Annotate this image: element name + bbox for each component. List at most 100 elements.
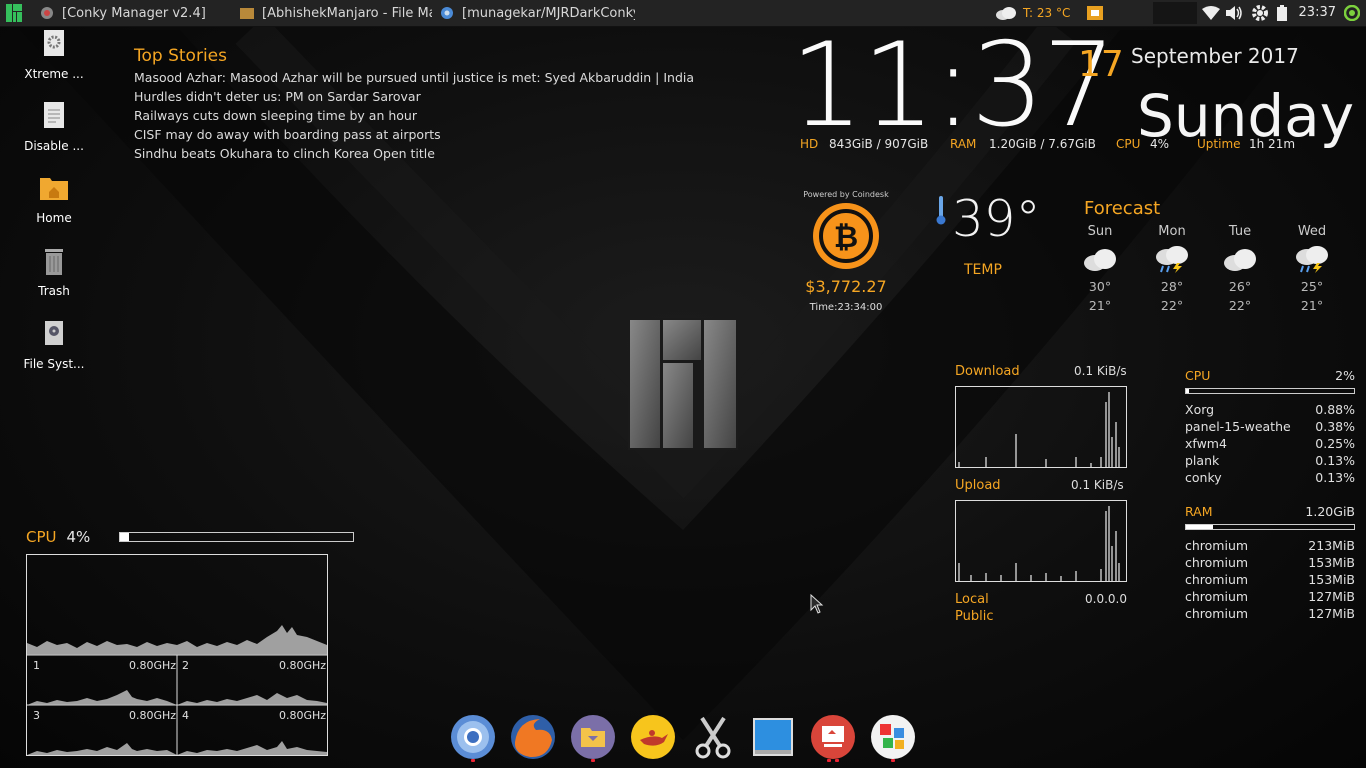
dock-item-chromium[interactable] (450, 714, 496, 762)
ram-value: 1.20GiB / 7.67GiB (989, 137, 1096, 151)
process-name: plank (1185, 453, 1220, 468)
settings-gear-icon[interactable] (1250, 3, 1270, 23)
cpu-widget-label: CPU (26, 528, 57, 546)
desktop-icon-label: File Syst... (23, 357, 85, 371)
cpu-usage-bar (119, 532, 354, 542)
dock-item-file-manager[interactable] (570, 714, 616, 762)
process-name: chromium (1185, 538, 1249, 553)
desktop-icon-disable[interactable]: Disable ... (14, 100, 94, 153)
desktop-icon-trash[interactable]: Trash (14, 245, 94, 298)
ip-value: 0.0.0.0 (1085, 592, 1127, 606)
dock-running-indicator (827, 759, 831, 762)
desktop-icon-label: Trash (38, 284, 70, 298)
cloudy-icon (1224, 249, 1256, 271)
panel-clock[interactable]: 23:37 (1299, 5, 1336, 20)
process-name: chromium (1185, 572, 1249, 587)
thunderstorm-icon (1156, 246, 1188, 273)
process-row: chromium 153MiB (1185, 555, 1355, 572)
desktop-icon-home[interactable]: Home (14, 172, 94, 225)
uptime-label: Uptime (1197, 137, 1241, 151)
process-row: chromium 127MiB (1185, 589, 1355, 606)
svg-text:₿: ₿ (834, 220, 858, 255)
gear-file-icon (44, 30, 64, 56)
proc-ram-bar-fill (1186, 525, 1213, 529)
plank-dock (444, 708, 924, 768)
process-value: 0.13% (1315, 470, 1355, 485)
process-name: Xorg (1185, 402, 1215, 417)
battery-icon[interactable] (1277, 5, 1287, 21)
process-row: xfwm4 0.25% (1185, 436, 1355, 453)
mouse-cursor-icon (810, 594, 824, 614)
process-value: 0.13% (1315, 453, 1355, 468)
story-item: Sindhu beats Okuhara to clinch Korea Ope… (134, 146, 435, 161)
uptime-value: 1h 21m (1249, 137, 1296, 151)
forecast-day-name: Sun (1087, 224, 1113, 239)
process-name: conky (1185, 470, 1222, 485)
process-row: chromium 127MiB (1185, 606, 1355, 623)
forecast-low: 21° (1300, 298, 1324, 313)
manjaro-menu-icon[interactable] (6, 4, 22, 22)
thunderstorm-icon (1296, 246, 1328, 273)
dock-running-indicator (891, 759, 895, 762)
workspace-switcher[interactable] (1153, 2, 1197, 24)
desktop-icon-filesystem[interactable]: File Syst... (14, 318, 94, 371)
trash-icon (45, 249, 63, 275)
forecast-title: Forecast (1084, 198, 1161, 219)
process-panel: CPU 2% Xorg 0.88% panel-15-weathe 0.38% xf… (1185, 368, 1355, 623)
dock-item-firefox[interactable] (510, 714, 556, 760)
dock-item-screenshot[interactable] (690, 714, 736, 760)
chromium-icon (451, 715, 495, 759)
taskbar-item-file-manager[interactable]: [AbhishekManjaro - File Ma... (240, 0, 432, 26)
core-number: 3 (33, 709, 40, 722)
software-center-icon (871, 715, 915, 759)
core-frequency: 0.80GHz (129, 659, 177, 672)
forecast-day-name: Wed (1297, 224, 1327, 239)
bitcoin-widget: Powered by Coindesk ₿ $3,772.27 Time:23:… (800, 190, 892, 313)
presentation-icon (811, 715, 855, 759)
top-stories-widget: Top Stories Masood Azhar: Masood Azhar w… (134, 46, 694, 165)
process-value: 153MiB (1308, 555, 1355, 570)
download-label: Download (955, 364, 1020, 379)
temperature-label: TEMP (964, 262, 1002, 278)
forecast-high: 30° (1088, 279, 1112, 294)
forecast-high: 28° (1160, 279, 1184, 294)
proc-cpu-bar-fill (1186, 389, 1190, 393)
thermometer-icon (936, 196, 946, 225)
taskbar-item-chromium[interactable]: [munagekar/MJRDarkConky:... (440, 0, 635, 26)
dock-item-presentation[interactable] (810, 714, 856, 762)
dock-item-genie[interactable] (630, 714, 676, 760)
scissors-icon (695, 716, 731, 759)
upload-value: 0.1 KiB/s (1071, 478, 1124, 492)
download-graph (955, 386, 1127, 468)
forecast-day: Sun 30° 21° (1075, 224, 1125, 315)
date-month-year: September 2017 (1131, 44, 1299, 68)
download-value: 0.1 KiB/s (1074, 364, 1127, 378)
top-stories-title: Top Stories (134, 46, 227, 66)
upload-label: Upload (955, 478, 1001, 493)
process-row: chromium 213MiB (1185, 538, 1355, 555)
taskbar-item-conky-manager[interactable]: [Conky Manager v2.4] (40, 0, 220, 26)
dock-item-desktop[interactable] (750, 714, 796, 760)
process-value: 127MiB (1308, 606, 1355, 621)
update-icon[interactable] (1344, 5, 1360, 21)
cpu-history-graph: 1 0.80GHz 2 0.80GHz 3 0.80GHz 4 0.80GHz (26, 554, 328, 756)
wifi-icon[interactable] (1202, 6, 1220, 20)
proc-ram-header: RAM 1.20GiB (1185, 504, 1355, 521)
desktop-icon-xtreme[interactable]: Xtreme ... (14, 28, 94, 81)
forecast-day-name: Mon (1158, 224, 1186, 239)
firefox-icon (511, 715, 555, 759)
forecast-day: Wed 25° 21° (1287, 224, 1337, 315)
folder-icon (240, 8, 254, 19)
process-value: 127MiB (1308, 589, 1355, 604)
upload-graph (955, 500, 1127, 582)
hd-value: 843GiB / 907GiB (829, 137, 929, 151)
desktop-icon-label: Home (36, 211, 72, 225)
bitcoin-icon: ₿ (813, 203, 879, 269)
dock-item-software-center[interactable] (870, 714, 916, 762)
volume-icon[interactable] (1226, 5, 1244, 21)
core-number: 1 (33, 659, 40, 672)
home-folder-icon (40, 178, 68, 200)
conky-manager-icon (41, 7, 53, 19)
cpu-graph-widget: CPU 4% 1 0.80GHz 2 0.80GHz 3 0.80GHz 4 0… (26, 527, 354, 756)
forecast-day: Tue 26° 22° (1215, 224, 1265, 315)
